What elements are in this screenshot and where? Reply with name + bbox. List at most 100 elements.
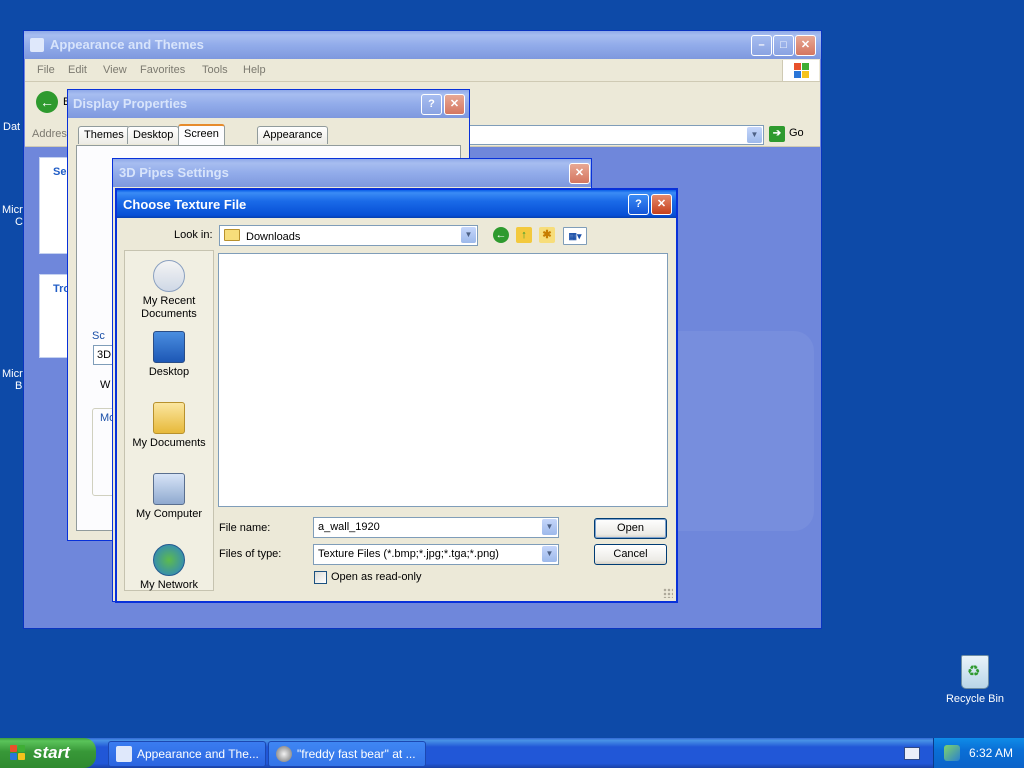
desktop-icon-label-fragment[interactable]: B [15, 380, 22, 392]
screen-saver-group-label: Sc [92, 330, 105, 342]
folder-icon [224, 229, 240, 241]
windows-logo-icon [782, 60, 819, 81]
choose-texture-title-bar[interactable]: Choose Texture File ? ✕ [117, 190, 676, 218]
control-panel-icon [30, 38, 44, 52]
desktop-icon-label-fragment[interactable]: C [15, 216, 23, 228]
chevron-down-icon[interactable]: ▼ [747, 127, 762, 143]
taskbar-item-label: "freddy fast bear" at ... [297, 747, 416, 761]
chevron-down-icon[interactable]: ▼ [542, 519, 557, 535]
files-of-type-select[interactable]: Texture Files (*.bmp;*.jpg;*.tga;*.png) … [313, 544, 559, 565]
explorer-title-bar[interactable]: Appearance and Themes – □ ✕ [24, 31, 821, 59]
desktop-icon-label-fragment[interactable]: Micr [2, 368, 23, 380]
go-button[interactable]: ➔ Go [769, 126, 804, 142]
desktop-icon [153, 331, 185, 363]
go-arrow-icon: ➔ [769, 126, 785, 142]
recycle-bin-icon [961, 655, 989, 689]
cancel-button[interactable]: Cancel [594, 544, 667, 565]
minimize-button[interactable]: – [751, 35, 772, 56]
file-list[interactable] [218, 253, 668, 507]
chevron-down-icon[interactable]: ▼ [461, 227, 476, 243]
keyboard-icon[interactable] [904, 747, 920, 760]
taskbar: start Appearance and The... "freddy fast… [0, 738, 1024, 768]
place-my-network[interactable]: My Network [125, 544, 213, 592]
view-menu-icon[interactable]: ▦▾ [563, 227, 587, 245]
network-icon[interactable] [944, 745, 960, 761]
up-one-level-icon[interactable]: ↑ [516, 227, 532, 243]
open-button[interactable]: Open [594, 518, 667, 539]
place-label: My Documents [132, 437, 206, 449]
3d-pipes-title: 3D Pipes Settings [119, 165, 229, 180]
my-computer-icon [153, 473, 185, 505]
place-desktop[interactable]: Desktop [125, 331, 213, 379]
address-input[interactable]: ▼ [465, 125, 764, 145]
recycle-bin[interactable]: Recycle Bin [940, 655, 1010, 705]
tab-themes[interactable]: Themes [78, 126, 130, 144]
resize-grip[interactable] [663, 588, 673, 598]
3d-pipes-title-bar[interactable]: 3D Pipes Settings ✕ [113, 159, 591, 187]
place-label: My Recent Documents [141, 295, 197, 320]
display-properties-title: Display Properties [73, 96, 188, 111]
my-documents-icon [153, 402, 185, 434]
places-bar: My Recent Documents Desktop My Documents… [124, 250, 214, 591]
help-button[interactable]: ? [628, 194, 649, 215]
place-my-recent-documents[interactable]: My Recent Documents [125, 260, 213, 321]
close-button[interactable]: ✕ [569, 163, 590, 184]
taskbar-item-browser[interactable]: "freddy fast bear" at ... [268, 741, 426, 767]
place-label: My Computer [135, 508, 203, 520]
desktop-icon-label-fragment[interactable]: Micr [2, 204, 23, 216]
recycle-bin-label: Recycle Bin [945, 693, 1005, 705]
taskbar-item-appearance[interactable]: Appearance and The... [108, 741, 266, 767]
look-in-select[interactable]: Downloads ▼ [219, 225, 478, 246]
menu-edit[interactable]: Edit [68, 64, 87, 76]
back-arrow-icon[interactable]: ← [493, 227, 509, 243]
display-properties-title-bar[interactable]: Display Properties ? ✕ [68, 90, 469, 118]
wait-label: W [100, 379, 111, 391]
close-button[interactable]: ✕ [444, 94, 465, 115]
menu-tools[interactable]: Tools [202, 64, 228, 76]
tab-desktop[interactable]: Desktop [127, 126, 180, 144]
look-in-label: Look in: [174, 229, 213, 241]
explorer-title: Appearance and Themes [50, 37, 204, 52]
control-panel-icon [116, 746, 132, 762]
files-of-type-value: Texture Files (*.bmp;*.jpg;*.tga;*.png) [318, 548, 499, 560]
choose-texture-file-dialog[interactable]: Choose Texture File ? ✕ Look in: Downloa… [115, 188, 678, 603]
files-of-type-label: Files of type: [219, 548, 282, 560]
panel-heading-fragment: Se [53, 166, 67, 178]
place-my-documents[interactable]: My Documents [125, 402, 213, 450]
taskbar-item-label: Appearance and The... [137, 747, 259, 761]
place-label: Desktop [148, 366, 190, 378]
menu-help[interactable]: Help [243, 64, 266, 76]
new-folder-icon[interactable]: ✱ [539, 227, 555, 243]
place-my-computer[interactable]: My Computer [125, 473, 213, 521]
desktop-icon-label-fragment[interactable]: Dat [3, 121, 20, 133]
tab-screen-saver[interactable]: Screen Saver [178, 124, 225, 157]
browser-icon [276, 746, 292, 762]
read-only-label[interactable]: Open as read-only [331, 571, 422, 583]
windows-flag-icon [10, 745, 26, 761]
back-arrow-icon[interactable]: ← [36, 91, 58, 113]
screen-saver-select-value: 3D [97, 349, 112, 361]
menu-favorites[interactable]: Favorites [140, 64, 185, 76]
menu-file[interactable]: File [37, 64, 55, 76]
close-button[interactable]: ✕ [651, 194, 672, 215]
tab-appearance[interactable]: Appearance [257, 126, 329, 144]
my-network-icon [153, 544, 185, 576]
choose-texture-title: Choose Texture File [123, 197, 247, 212]
menu-bar: File Edit View Favorites Tools Help [25, 59, 820, 82]
clock[interactable]: 6:32 AM [969, 746, 1013, 760]
start-label: start [33, 743, 70, 762]
menu-view[interactable]: View [103, 64, 127, 76]
recent-documents-icon [153, 260, 185, 292]
file-name-label: File name: [219, 522, 271, 534]
start-button[interactable]: start [0, 738, 96, 768]
read-only-checkbox[interactable] [314, 571, 327, 584]
place-label: My Network [139, 579, 199, 591]
help-button[interactable]: ? [421, 94, 442, 115]
chevron-down-icon[interactable]: ▼ [542, 546, 557, 562]
close-button[interactable]: ✕ [795, 35, 816, 56]
system-tray: 6:32 AM [933, 738, 1024, 768]
file-name-input[interactable]: a_wall_1920 ▼ [313, 517, 559, 538]
go-label: Go [789, 127, 804, 139]
maximize-button[interactable]: □ [773, 35, 794, 56]
file-name-value: a_wall_1920 [318, 521, 380, 533]
